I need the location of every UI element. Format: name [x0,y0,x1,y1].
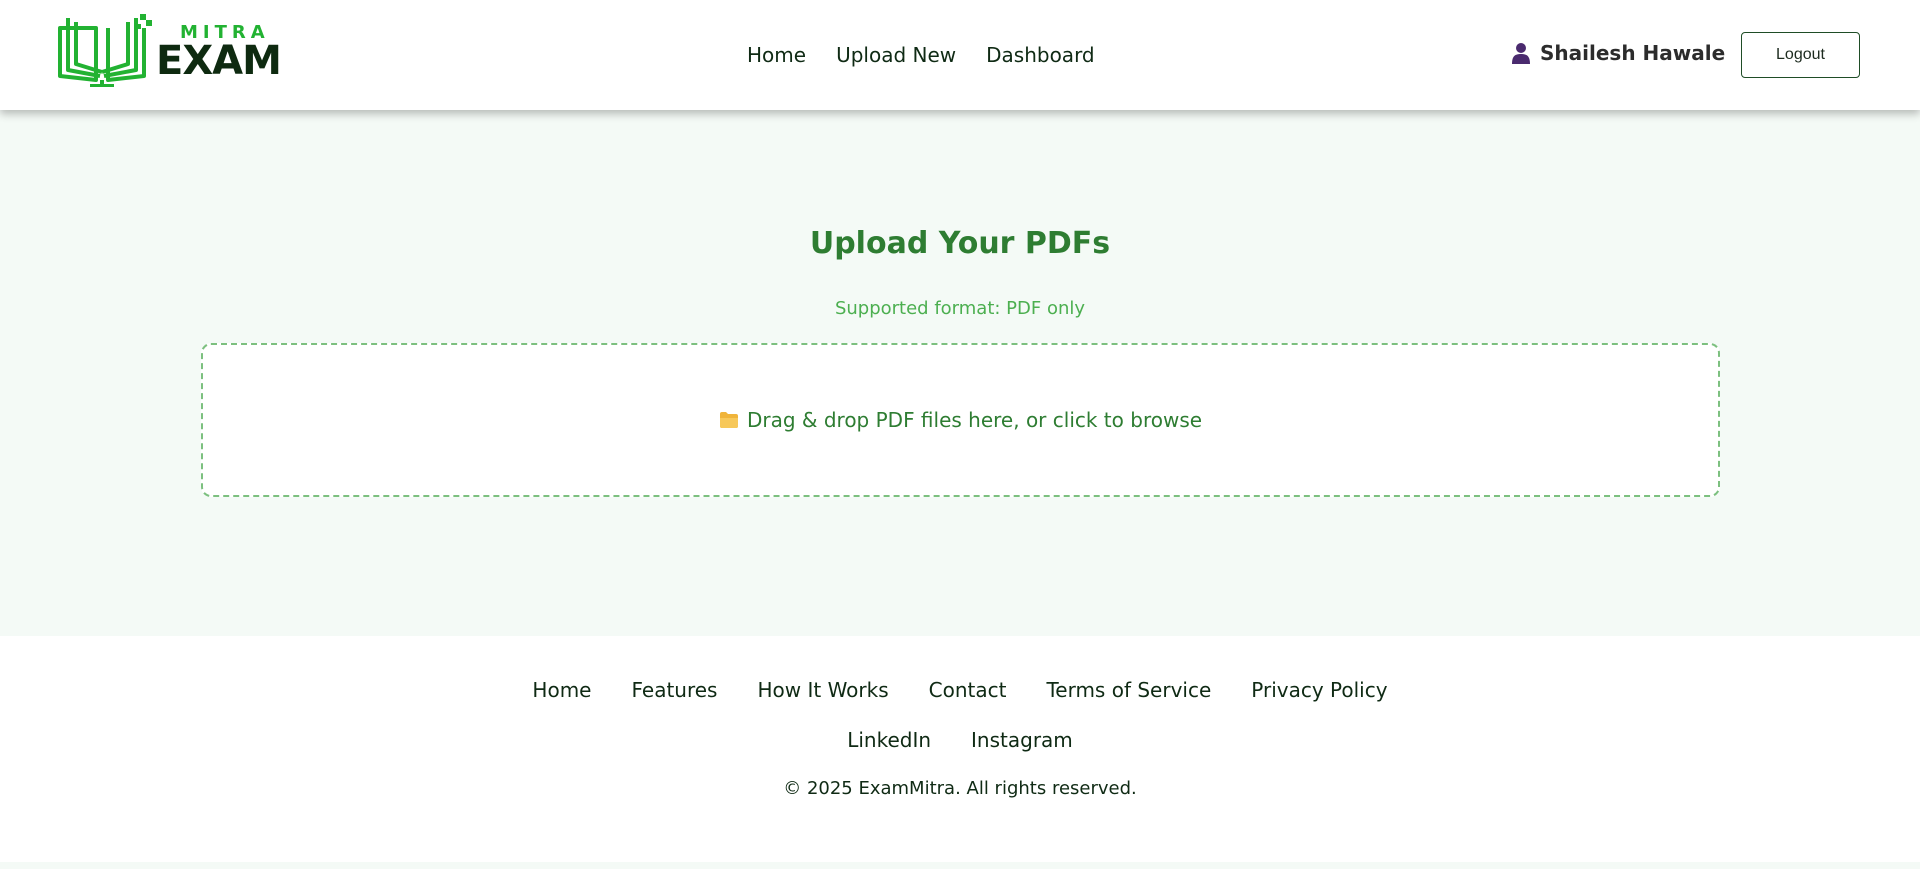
exammitra-logo[interactable]: MITRA EXAM [58,14,282,88]
logout-button[interactable]: Logout [1741,32,1860,78]
nav-upload-new[interactable]: Upload New [836,43,956,67]
upload-section: Upload Your PDFs Supported format: PDF o… [0,110,1920,636]
page-title: Upload Your PDFs [809,226,1111,261]
nav-dashboard[interactable]: Dashboard [986,43,1095,67]
footer-links: Home Features How It Works Contact Terms… [0,678,1920,702]
user-name: Shailesh Hawale [1540,41,1726,65]
site-footer: Home Features How It Works Contact Terms… [0,636,1920,862]
footer-social-links: LinkedIn Instagram [0,728,1920,752]
book-logo-icon [58,14,152,87]
user-icon [1512,43,1530,64]
footer-link-contact[interactable]: Contact [929,678,1007,702]
pdf-dropzone[interactable]: Drag & drop PDF files here, or click to … [201,343,1720,497]
copyright-text: © 2025 ExamMitra. All rights reserved. [783,778,1137,799]
footer-link-home[interactable]: Home [532,678,591,702]
footer-link-instagram[interactable]: Instagram [971,728,1073,752]
logo-main-word: EXAM [156,38,282,84]
dropzone-text: Drag & drop PDF files here, or click to … [746,408,1203,432]
top-header: MITRA EXAM Home Upload New Dashboard Sha… [0,0,1920,110]
footer-link-how-it-works[interactable]: How It Works [757,678,888,702]
main-nav: Home Upload New Dashboard [747,42,1095,68]
footer-link-terms[interactable]: Terms of Service [1046,678,1211,702]
footer-link-features[interactable]: Features [631,678,717,702]
supported-format-note: Supported format: PDF only [834,298,1086,319]
folder-icon [719,412,738,428]
footer-link-linkedin[interactable]: LinkedIn [847,728,931,752]
bottom-strip [0,862,1920,869]
footer-link-privacy[interactable]: Privacy Policy [1251,678,1387,702]
user-info: Shailesh Hawale [1512,40,1725,66]
nav-home[interactable]: Home [747,43,806,67]
